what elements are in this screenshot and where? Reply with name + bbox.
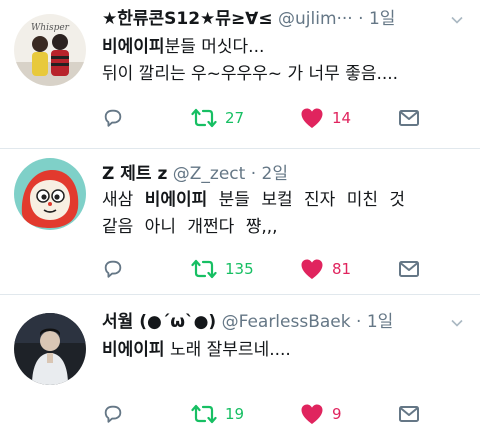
chevron-down-icon[interactable] [450, 316, 464, 330]
display-name[interactable]: 서월 (●´ω`●) [102, 312, 216, 332]
tweet[interactable]: 서월 (●´ω`●) @FearlessBaek · 1일 비에이피 노래 잘부… [0, 295, 480, 434]
tweet-text: 비에이피분들 머싯다... 뒤이 깔리는 우~우우우~ 가 너무 좋음.... [102, 34, 464, 88]
text-segment: 노래 잘부르네.... [164, 340, 291, 360]
profile-photo-icon [14, 313, 86, 385]
user-handle[interactable]: @ujlim··· [278, 9, 353, 29]
reply-button[interactable] [102, 402, 124, 426]
display-name[interactable]: Z 제트 z [102, 164, 167, 184]
retweet-icon [191, 259, 217, 279]
timestamp[interactable]: 1일 [369, 9, 395, 29]
mention-text: 비에이피 [144, 190, 208, 210]
text-line: 새삼 비에이피 분들 보컬 진자 미친 것 [102, 187, 464, 214]
display-name[interactable]: ★한류콘S12★뮤≥∀≤ [102, 9, 273, 29]
reply-button[interactable] [102, 257, 124, 281]
tweet-actions: 135 81 [102, 257, 464, 281]
retweet-count: 27 [225, 109, 245, 127]
timestamp[interactable]: 1일 [367, 312, 393, 332]
text-segment: 분들 머싯다... [164, 37, 265, 57]
cartoon-avatar-icon [14, 158, 86, 230]
text-segment: 새삼 [102, 190, 145, 210]
envelope-icon [399, 261, 419, 277]
tweet-actions: 19 9 [102, 402, 464, 426]
text-segment: 분들 보컬 진자 미친 것 [207, 190, 406, 210]
retweet-count: 19 [225, 405, 245, 423]
tweet-header: 서월 (●´ω`●) @FearlessBaek · 1일 [102, 311, 466, 333]
envelope-icon [399, 406, 419, 422]
text-line: 비에이피분들 머싯다... [102, 34, 464, 61]
tweet-text: 비에이피 노래 잘부르네.... [102, 337, 464, 364]
avatar[interactable] [14, 313, 86, 385]
text-segment: 같음 아니 개쩐다 쨩,,, [102, 217, 278, 237]
avatar-caption: Whisper [31, 23, 70, 33]
tweet[interactable]: Whisper ★한류콘S12★뮤≥∀≤ @ujlim··· · 1일 비에이피… [0, 0, 480, 148]
direct-message-button[interactable] [398, 106, 420, 130]
tweet-header: Z 제트 z @Z_zect · 2일 [102, 163, 466, 185]
avatar[interactable]: Whisper [14, 14, 86, 86]
heart-icon [301, 404, 323, 424]
retweet-icon [191, 108, 217, 128]
envelope-icon [399, 110, 419, 126]
tweet-actions: 27 14 [102, 106, 464, 130]
user-handle[interactable]: @FearlessBaek [222, 312, 351, 332]
text-line: 뒤이 깔리는 우~우우우~ 가 너무 좋음.... [102, 61, 464, 88]
heart-icon [301, 259, 323, 279]
reply-icon [104, 405, 122, 423]
separator-dot: · [358, 9, 364, 29]
like-button[interactable]: 14 [300, 106, 351, 130]
tweet-header: ★한류콘S12★뮤≥∀≤ @ujlim··· · 1일 [102, 8, 466, 30]
text-segment: 뒤이 깔리는 우~우우우~ 가 너무 좋음.... [102, 64, 399, 84]
retweet-count: 135 [225, 260, 254, 278]
user-handle[interactable]: @Z_zect [173, 164, 246, 184]
tweet[interactable]: Z 제트 z @Z_zect · 2일 새삼 비에이피 분들 보컬 진자 미친 … [0, 149, 480, 294]
mention-text: 비에이피 [102, 37, 165, 57]
avatar[interactable] [14, 158, 86, 230]
retweet-button[interactable]: 27 [191, 106, 244, 130]
profile-photo-icon: Whisper [14, 14, 86, 86]
reply-icon [104, 109, 122, 127]
retweet-button[interactable]: 135 [191, 257, 254, 281]
direct-message-button[interactable] [398, 402, 420, 426]
chevron-down-icon[interactable] [450, 13, 464, 27]
reply-button[interactable] [102, 106, 124, 130]
like-button[interactable]: 81 [300, 257, 351, 281]
reply-icon [104, 260, 122, 278]
separator-dot: · [356, 312, 362, 332]
like-count: 14 [332, 109, 352, 127]
timestamp[interactable]: 2일 [262, 164, 288, 184]
retweet-button[interactable]: 19 [191, 402, 244, 426]
text-line: 비에이피 노래 잘부르네.... [102, 337, 464, 364]
mention-text: 비에이피 [102, 340, 165, 360]
retweet-icon [191, 404, 217, 424]
like-count: 9 [332, 405, 342, 423]
like-count: 81 [332, 260, 352, 278]
like-button[interactable]: 9 [300, 402, 342, 426]
direct-message-button[interactable] [398, 257, 420, 281]
heart-icon [301, 108, 323, 128]
text-line: 같음 아니 개쩐다 쨩,,, [102, 214, 464, 241]
tweet-text: 새삼 비에이피 분들 보컬 진자 미친 것 같음 아니 개쩐다 쨩,,, [102, 187, 464, 241]
separator-dot: · [250, 164, 257, 184]
